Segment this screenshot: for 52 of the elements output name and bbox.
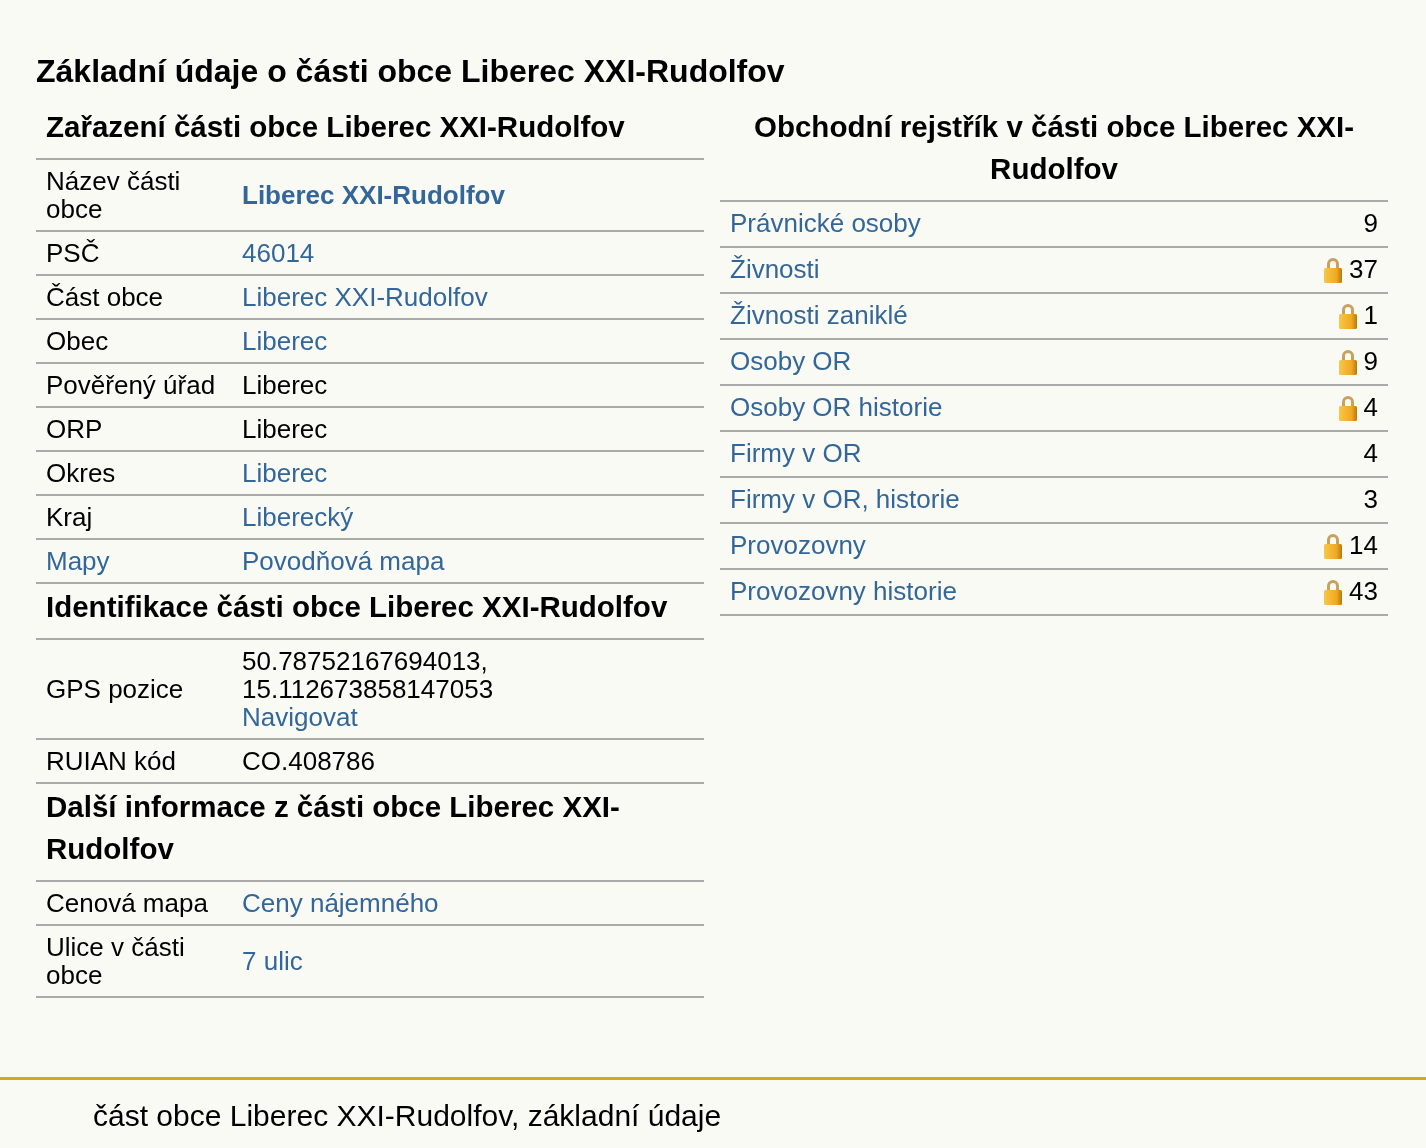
- register-link[interactable]: Firmy v OR: [730, 437, 862, 471]
- row-label: Pověřený úřad: [46, 371, 216, 400]
- register-link[interactable]: Živnosti: [730, 253, 820, 287]
- value-link[interactable]: Ceny nájemného: [242, 889, 439, 918]
- row-label: Část obce: [46, 283, 164, 312]
- register-link[interactable]: Živnosti zaniklé: [730, 299, 908, 333]
- row-label: Název části obce: [46, 167, 182, 224]
- value-link[interactable]: Liberec: [242, 459, 328, 488]
- register-link[interactable]: Osoby OR: [730, 345, 852, 379]
- record-count: 4: [1363, 437, 1378, 471]
- row-label: RUIAN kód: [46, 747, 177, 776]
- row-label: Ulice v části obce: [46, 933, 186, 990]
- value-link[interactable]: Povodňová mapa: [242, 547, 445, 576]
- register-link[interactable]: Provozovny historie: [730, 575, 957, 609]
- value-link[interactable]: Liberecký: [242, 503, 354, 532]
- section-heading: Zařazení části obce Liberec XXI-Rudolfov: [36, 104, 704, 161]
- row-label: Cenová mapa: [46, 889, 208, 918]
- row-value: Liberec: [242, 415, 328, 444]
- row-value: 15.112673858147053: [242, 675, 494, 704]
- row-label: Kraj: [46, 503, 93, 532]
- footer-text: část obce Liberec XXI-Rudolfov, základní údaje: [93, 1099, 722, 1132]
- row-label: Okres: [46, 459, 116, 488]
- value-link[interactable]: Navigovat: [242, 703, 358, 732]
- row-value: Liberec: [242, 371, 328, 400]
- page-title: Základní údaje o části obce Liberec XXI-Rudolfov: [36, 52, 786, 91]
- value-link[interactable]: Liberec: [242, 327, 328, 356]
- row-label: Obec: [46, 327, 109, 356]
- row-label: GPS pozice: [46, 675, 184, 704]
- section-heading: Další informace z části obce Liberec XXI-Rudolfov: [36, 784, 704, 883]
- value-link[interactable]: Liberec XXI-Rudolfov: [242, 283, 488, 312]
- row-label: PSČ: [46, 239, 100, 268]
- record-count: 9: [1363, 345, 1378, 379]
- record-count: 9: [1363, 207, 1378, 241]
- section-heading: Obchodní rejstřík v části obce Liberec XXI-Rudolfov: [720, 104, 1388, 203]
- label-link[interactable]: Mapy: [46, 547, 110, 576]
- value-link[interactable]: Liberec XXI-Rudolfov: [242, 181, 505, 210]
- record-count: 1: [1363, 299, 1378, 333]
- register-link[interactable]: Firmy v OR, historie: [730, 483, 960, 517]
- record-count: 37: [1349, 253, 1378, 287]
- record-count: 43: [1349, 575, 1378, 609]
- row-value: 50.78752167694013,: [242, 647, 488, 676]
- record-count: 14: [1349, 529, 1378, 563]
- register-link[interactable]: Provozovny: [730, 529, 866, 563]
- register-link[interactable]: Právnické osoby: [730, 207, 921, 241]
- register-link[interactable]: Osoby OR historie: [730, 391, 943, 425]
- row-value: CO.408786: [242, 747, 375, 776]
- record-count: 3: [1363, 483, 1378, 517]
- record-count: 4: [1363, 391, 1378, 425]
- value-link[interactable]: 46014: [242, 239, 315, 268]
- section-heading: Identifikace části obce Liberec XXI-Rudolfov: [36, 584, 704, 641]
- row-label: ORP: [46, 415, 103, 444]
- value-link[interactable]: 7 ulic: [242, 947, 303, 976]
